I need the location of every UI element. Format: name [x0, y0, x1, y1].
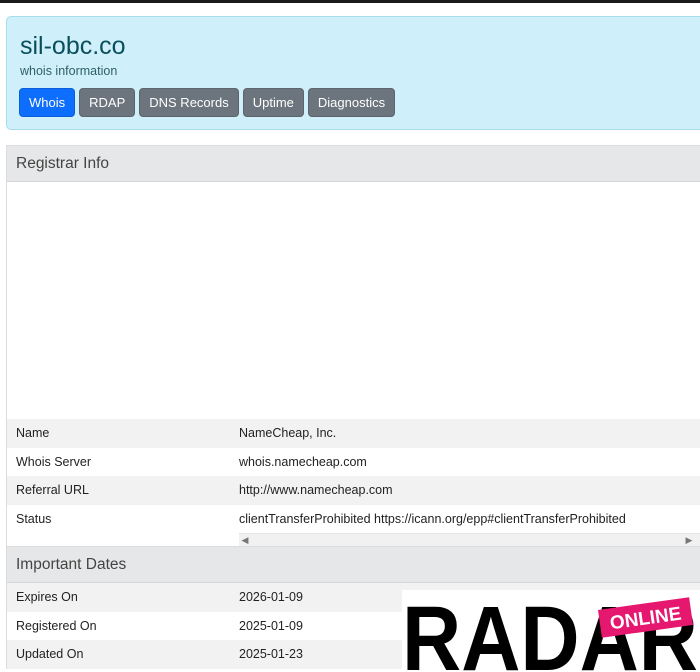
row-value: whois.namecheap.com — [239, 454, 367, 469]
tab-whois[interactable]: Whois — [19, 88, 76, 117]
row-value: NameCheap, Inc. — [239, 426, 337, 441]
row-label: Updated On — [16, 647, 84, 662]
table-row: Name NameCheap, Inc. — [7, 419, 700, 448]
domain-header-card: sil-obc.co whois information Whois RDAP … — [6, 16, 700, 130]
important-dates-heading: Important Dates — [7, 547, 700, 583]
domain-title: sil-obc.co — [20, 32, 126, 60]
row-value: clientTransferProhibited https://icann.o… — [239, 511, 626, 526]
row-label: Whois Server — [16, 454, 92, 469]
table-row: Referral URL http://www.namecheap.com — [7, 476, 700, 505]
row-label: Expires On — [16, 590, 78, 605]
radar-online-logo: RADAR ONLINE — [402, 590, 700, 672]
domain-subtitle: whois information — [20, 64, 118, 78]
registrar-blank-area — [7, 182, 700, 419]
row-label: Name — [16, 426, 50, 441]
row-label: Referral URL — [16, 483, 89, 498]
row-label: Registered On — [16, 618, 97, 633]
row-value: http://www.namecheap.com — [239, 483, 393, 498]
scroll-left-icon[interactable]: ◀ — [239, 534, 251, 546]
registrar-info-panel: Registrar Info Name NameCheap, Inc. Whoi… — [6, 145, 700, 548]
registrar-info-heading: Registrar Info — [7, 146, 700, 182]
tab-diagnostics[interactable]: Diagnostics — [307, 88, 396, 117]
row-label: Status — [16, 511, 52, 526]
table-row: Whois Server whois.namecheap.com — [7, 448, 700, 477]
tab-dns-records[interactable]: DNS Records — [139, 88, 239, 117]
tab-bar: Whois RDAP DNS Records Uptime Diagnostic… — [19, 88, 396, 117]
horizontal-scrollbar[interactable]: ◀ ▶ — [239, 533, 700, 547]
top-border — [0, 0, 700, 3]
scroll-right-icon[interactable]: ▶ — [683, 534, 695, 546]
tab-uptime[interactable]: Uptime — [242, 88, 304, 117]
table-row: Status clientTransferProhibited https://… — [7, 505, 700, 534]
tab-rdap[interactable]: RDAP — [79, 88, 136, 117]
